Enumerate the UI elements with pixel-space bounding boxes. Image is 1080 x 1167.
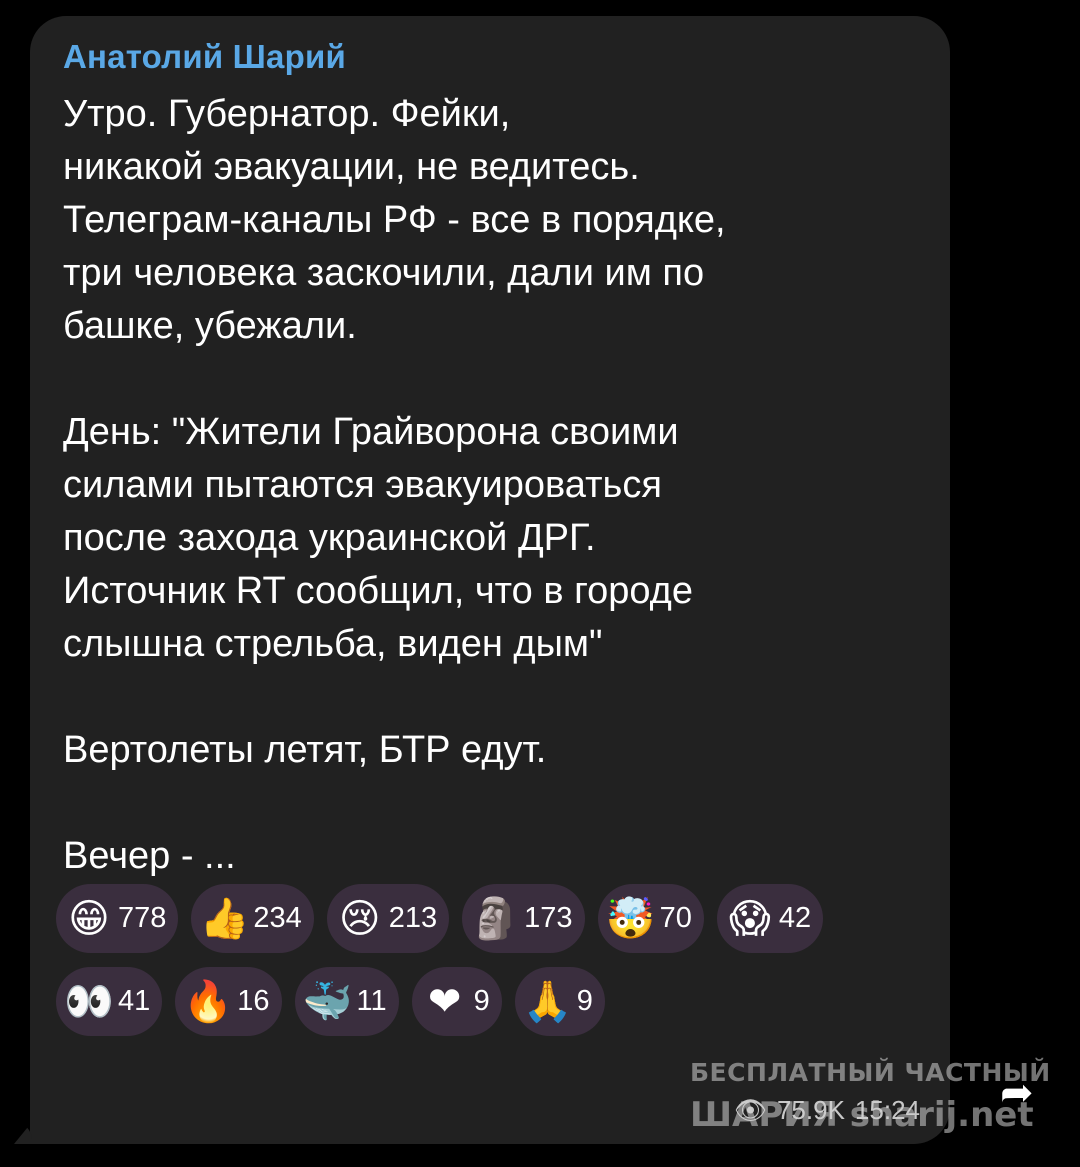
crying-face-icon: 😢 [338, 895, 381, 942]
eyes-icon: 👀 [64, 978, 114, 1025]
reaction-count: 9 [576, 985, 593, 1017]
reaction-chip[interactable]: 😢 213 [326, 884, 450, 953]
grinning-face-icon: 😁 [68, 895, 110, 942]
message-text: Утро. Губернатор. Фейки, никакой эвакуац… [63, 93, 726, 877]
reaction-count: 213 [388, 902, 438, 934]
reaction-chip[interactable]: 😱 42 [716, 884, 824, 953]
reaction-count: 16 [237, 985, 270, 1017]
share-arrow-icon[interactable]: ➦ [1000, 1070, 1048, 1118]
reaction-count: 41 [118, 985, 151, 1017]
message-bubble[interactable]: Анатолий Шарий Утро. Губернатор. Фейки, … [30, 16, 950, 1144]
reaction-count: 234 [253, 902, 302, 934]
fire-icon: 🔥 [183, 978, 234, 1025]
author-name[interactable]: Анатолий Шарий [63, 38, 346, 76]
reaction-chip[interactable]: 🐳 11 [294, 967, 399, 1036]
thumbs-up-icon: 👍 [199, 895, 250, 942]
reaction-count: 173 [524, 902, 573, 934]
folded-hands-icon: 🙏 [522, 978, 573, 1025]
heart-icon: ❤ [427, 978, 462, 1025]
screaming-face-icon: 😱 [728, 895, 771, 942]
reaction-chip[interactable]: 🙏 9 [514, 967, 605, 1036]
reactions-bar: 😁 778 👍 234 😢 213 🗿 173 🤯 70 😱 42 👀 41 🔥 16 🐳 11 ❤ 9 🙏 9 [56, 884, 936, 1036]
reaction-chip[interactable]: 👀 41 [56, 967, 163, 1036]
whale-icon: 🐳 [302, 978, 353, 1025]
reaction-count: 11 [356, 985, 387, 1017]
reaction-chip[interactable]: 🤯 70 [597, 884, 704, 953]
reaction-chip[interactable]: 🔥 16 [175, 967, 282, 1036]
reaction-count: 42 [778, 902, 812, 934]
reaction-chip[interactable]: 👍 234 [191, 884, 314, 953]
moai-icon: 🗿 [470, 895, 521, 942]
reaction-count: 778 [118, 902, 167, 934]
reaction-count: 70 [659, 902, 692, 934]
reaction-chip[interactable]: 😁 778 [56, 884, 179, 953]
reaction-count: 9 [473, 985, 490, 1017]
exploding-head-icon: 🤯 [605, 895, 656, 942]
reaction-chip[interactable]: ❤ 9 [411, 967, 502, 1036]
reaction-chip[interactable]: 🗿 173 [462, 884, 585, 953]
